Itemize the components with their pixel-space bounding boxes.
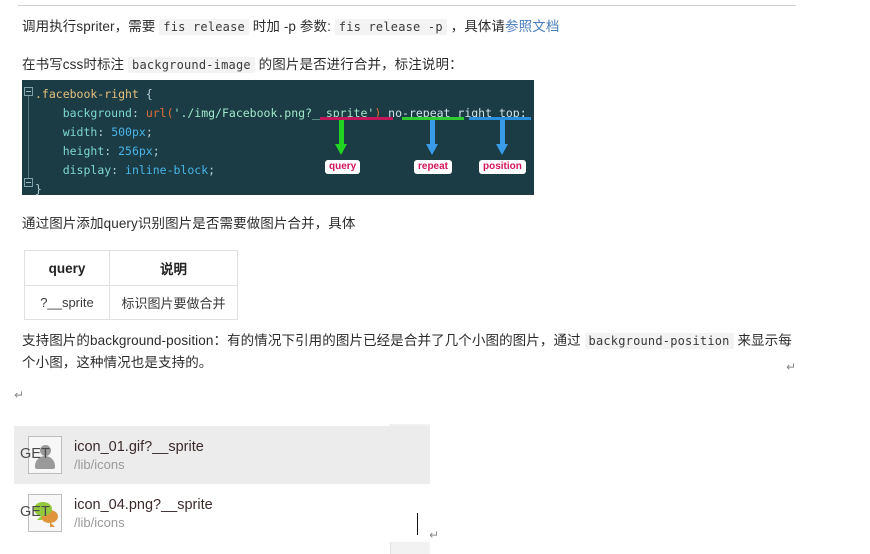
table-cell-description-value: 标识图片要做合并 bbox=[109, 285, 238, 320]
network-resource-list: icon_01.gif?__sprite /lib/icons icon_04.… bbox=[14, 424, 430, 554]
annotated-code-screenshot: .facebook-right { background: url('./img… bbox=[22, 80, 534, 195]
inline-code-background-image: background-image bbox=[128, 57, 255, 73]
paragraph-css-annotation: 在书写css时标注 background-image 的图片是否进行合并，标注说… bbox=[22, 54, 812, 76]
resource-file-path: /lib/icons bbox=[74, 456, 125, 472]
return-mark-icon-right: ↵ bbox=[786, 360, 797, 374]
return-mark-icon-left: ↵ bbox=[14, 388, 25, 402]
code-fold-collapse-icon[interactable] bbox=[24, 87, 33, 96]
document-body-3: 支持图片的background-position：有的情况下引用的图片已经是合并… bbox=[22, 330, 797, 390]
table-cell-query-value: ?__sprite bbox=[24, 285, 110, 320]
resource-labels: icon_01.gif?__sprite /lib/icons bbox=[74, 438, 430, 473]
table-header-query: query bbox=[24, 250, 110, 286]
inline-code-background-position: background-position bbox=[584, 333, 734, 349]
resource-file-name: icon_04.png?__sprite bbox=[74, 496, 213, 513]
resource-method: GET bbox=[20, 504, 50, 520]
inline-code-fis-release: fis release bbox=[159, 19, 249, 35]
list-item[interactable]: icon_01.gif?__sprite /lib/icons bbox=[14, 426, 430, 484]
paragraph-1-segment-1: 调用执行spriter，需要 bbox=[22, 19, 160, 34]
code-fold-gutter bbox=[22, 80, 35, 195]
list-item[interactable]: icon_04.png?__sprite /lib/icons bbox=[14, 484, 430, 542]
paragraph-background-position: 支持图片的background-position：有的情况下引用的图片已经是合并… bbox=[22, 330, 797, 374]
table-header-description: 说明 bbox=[109, 250, 238, 286]
table-header-row: query 说明 bbox=[24, 250, 238, 286]
resource-file-path: /lib/icons bbox=[74, 514, 125, 530]
table-row: ?__sprite 标识图片要做合并 bbox=[24, 285, 238, 320]
paragraph-2-segment-1: 在书写css时标注 bbox=[22, 57, 129, 72]
annotation-label-repeat: repeat bbox=[414, 160, 453, 174]
inline-code-fis-release-p: fis release -p bbox=[334, 19, 447, 35]
resource-labels: icon_04.png?__sprite /lib/icons bbox=[74, 496, 430, 531]
annotation-underline-query bbox=[320, 117, 393, 120]
reference-doc-link[interactable]: 参照文档 bbox=[505, 19, 559, 34]
paragraph-2-segment-2: 的图片是否进行合并，标注说明： bbox=[254, 57, 463, 72]
query-description-table: query 说明 ?__sprite 标识图片要做合并 bbox=[24, 250, 238, 320]
code-text: .facebook-right { background: url('./img… bbox=[35, 87, 527, 195]
paragraph-1-segment-2: 时加 -p 参数: bbox=[248, 19, 335, 34]
annotation-label-position: position bbox=[479, 160, 526, 174]
paragraph-4-segment-1: 支持图片的background-position：有的情况下引用的图片已经是合并… bbox=[22, 333, 585, 348]
paragraph-1-segment-3: ，具体请 bbox=[446, 19, 506, 34]
document-body-2: 通过图片添加query识别图片是否需要做图片合并，具体 bbox=[22, 213, 812, 251]
resource-method: GET bbox=[20, 446, 50, 462]
page-top-divider bbox=[18, 5, 796, 6]
annotation-label-query: query bbox=[325, 160, 361, 174]
code-fold-collapse-end-icon[interactable] bbox=[24, 178, 33, 187]
paragraph-query-intro: 通过图片添加query识别图片是否需要做图片合并，具体 bbox=[22, 216, 356, 231]
resource-file-name: icon_01.gif?__sprite bbox=[74, 438, 204, 455]
return-mark-icon-bottom: ↵ bbox=[429, 528, 440, 542]
paragraph-spriter-usage: 调用执行spriter，需要 fis release 时加 -p 参数: fis… bbox=[22, 16, 812, 38]
text-caret bbox=[417, 513, 418, 535]
code-fold-line bbox=[28, 92, 29, 180]
